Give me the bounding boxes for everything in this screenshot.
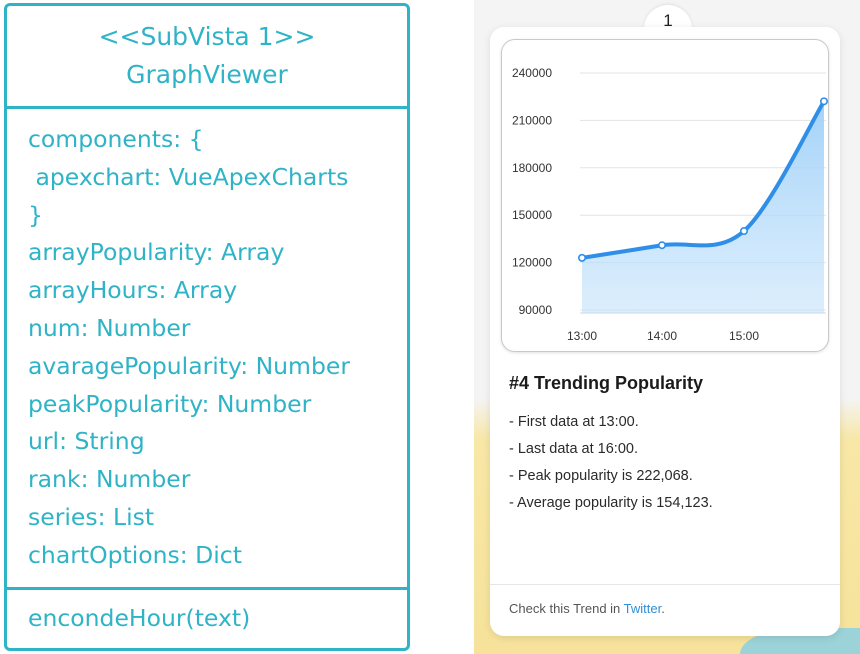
card-footer: Check this Trend in Twitter. (509, 601, 665, 616)
uml-attribute: chartOptions: Dict (28, 540, 242, 569)
uml-attribute: num: Number (28, 313, 191, 342)
y-tick-label: 210000 (512, 113, 552, 127)
data-point[interactable] (740, 227, 749, 236)
data-point[interactable] (819, 97, 828, 106)
chart-svg: 90000 120000 150000 180000 210000 240000 13:00… (512, 66, 828, 343)
uml-attribute: components: { (28, 125, 204, 153)
card-info-line: - Average popularity is 154,123. (509, 495, 713, 511)
card-title: #4 Trending Popularity (509, 373, 704, 393)
uml-method: encondeHour(text) (28, 604, 251, 632)
footer-suffix: . (661, 601, 665, 616)
x-tick-label: 13:00 (567, 329, 597, 343)
uml-attribute: series: List (28, 502, 155, 531)
uml-attribute: rank: Number (28, 465, 191, 494)
uml-attribute: arrayPopularity: Array (28, 238, 285, 267)
uml-methods-section: encondeHour(text) (7, 590, 407, 637)
uml-attribute: url: String (28, 427, 145, 456)
y-tick-label: 90000 (519, 303, 553, 317)
card-divider (490, 584, 840, 585)
uml-class-header: <<SubVista 1>> GraphViewer (7, 6, 407, 109)
data-point[interactable] (658, 241, 667, 250)
x-tick-label: 14:00 (647, 329, 677, 343)
data-point[interactable] (578, 253, 587, 262)
footer-prefix: Check this Trend in (509, 601, 624, 616)
uml-attribute: apexchart: VueApexCharts (28, 162, 349, 191)
trend-card: 90000 120000 150000 180000 210000 240000 13:00… (490, 27, 840, 636)
uml-attribute: avaragePopularity: Number (28, 351, 350, 380)
popularity-chart: 90000 120000 150000 180000 210000 240000 13:00… (501, 39, 829, 352)
y-tick-label: 240000 (512, 66, 552, 80)
series-area (582, 101, 824, 313)
uml-attribute: } (28, 200, 43, 229)
uml-class-box: <<SubVista 1>> GraphViewer components: {… (4, 3, 410, 651)
uml-class-name: GraphViewer (126, 60, 288, 89)
y-tick-label: 180000 (512, 161, 552, 175)
uml-attribute: arrayHours: Array (28, 276, 238, 305)
y-tick-label: 120000 (512, 256, 552, 270)
card-info-line: - First data at 13:00. (509, 414, 639, 430)
uml-stereotype: <<SubVista 1>> (98, 22, 316, 51)
x-tick-label: 15:00 (729, 329, 759, 343)
uml-attributes-section: components: { apexchart: VueApexCharts} a… (7, 109, 407, 590)
card-info-line: - Peak popularity is 222,068. (509, 468, 693, 484)
card-info-line: - Last data at 16:00. (509, 441, 638, 457)
y-tick-label: 150000 (512, 208, 552, 222)
twitter-link[interactable]: Twitter (624, 601, 662, 616)
card-info-lines: - First data at 13:00. - Last data at 16:… (509, 409, 713, 517)
uml-attribute: peakPopularity: Number (28, 389, 312, 418)
